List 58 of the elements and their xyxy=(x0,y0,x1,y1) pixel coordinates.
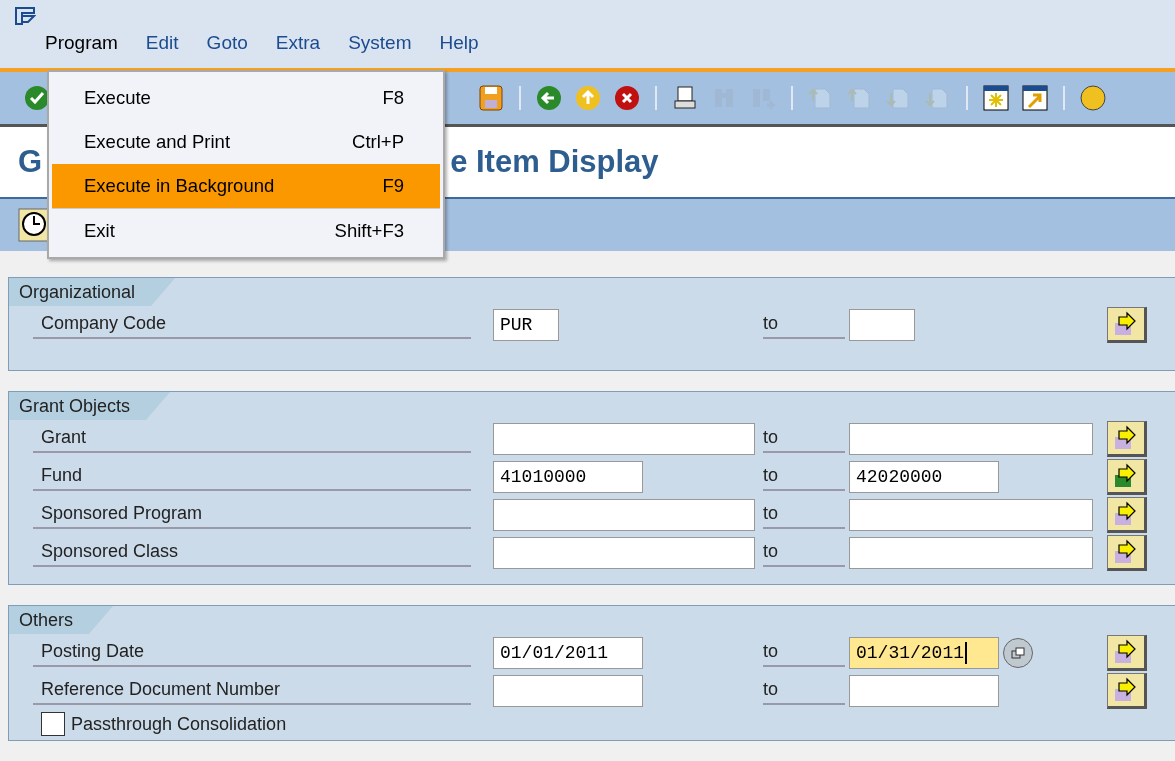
input-field[interactable] xyxy=(493,499,755,531)
field-label: to xyxy=(763,677,845,705)
menu-icon[interactable] xyxy=(14,6,36,26)
field-label: to xyxy=(763,639,845,667)
field-label: Fund xyxy=(33,463,471,491)
checkbox-label: Passthrough Consolidation xyxy=(71,713,287,735)
field-label: to xyxy=(763,539,845,567)
menu-item[interactable]: System xyxy=(348,32,412,54)
input-field[interactable] xyxy=(493,537,755,569)
input-field[interactable] xyxy=(849,675,999,707)
input-field[interactable] xyxy=(849,309,915,341)
menu-item[interactable]: Extra xyxy=(275,32,321,54)
input-field[interactable] xyxy=(493,423,755,455)
multiple-selection-button[interactable] xyxy=(1107,497,1147,533)
checkbox[interactable] xyxy=(41,712,65,736)
input-field[interactable]: PUR xyxy=(493,309,559,341)
menu-item[interactable]: Edit xyxy=(145,32,179,54)
menu-item[interactable]: Execute and Print Ctrl+P xyxy=(52,120,440,164)
back-icon[interactable] xyxy=(534,83,564,113)
input-field[interactable] xyxy=(849,537,1093,569)
input-field[interactable]: 41010000 xyxy=(493,461,643,493)
section-title: Grant Objects xyxy=(9,392,171,420)
field-label: to xyxy=(763,463,845,491)
field-label: to xyxy=(763,311,845,339)
input-field[interactable]: 42020000 xyxy=(849,461,999,493)
field-label: Sponsored Class xyxy=(33,539,471,567)
section-title: Others xyxy=(9,606,114,634)
field-label: Sponsored Program xyxy=(33,501,471,529)
page-title: G xyxy=(18,144,43,180)
page-title: e Item Display xyxy=(450,144,659,180)
field-label: Posting Date xyxy=(33,639,471,667)
input-field[interactable] xyxy=(849,423,1093,455)
menu-item[interactable]: Program xyxy=(45,32,118,54)
menu-item[interactable]: Execute in Background F9 xyxy=(52,164,440,209)
input-field[interactable]: 01/31/2011 xyxy=(849,637,999,669)
multiple-selection-button[interactable] xyxy=(1107,421,1147,457)
cancel-icon[interactable] xyxy=(612,83,642,113)
new-window-icon[interactable] xyxy=(981,83,1011,113)
multiple-selection-button[interactable] xyxy=(1107,635,1147,671)
input-field[interactable] xyxy=(493,675,643,707)
multiple-selection-button[interactable] xyxy=(1107,535,1147,571)
save-icon[interactable] xyxy=(476,83,506,113)
field-label: Reference Document Number xyxy=(33,677,471,705)
multiple-selection-button[interactable] xyxy=(1107,673,1147,709)
field-label: Grant xyxy=(33,425,471,453)
section-title: Organizational xyxy=(9,278,176,306)
shortcut-icon[interactable] xyxy=(1020,83,1050,113)
input-field[interactable]: 01/01/2011 xyxy=(493,637,643,669)
field-label: to xyxy=(763,425,845,453)
multiple-selection-button[interactable] xyxy=(1107,307,1147,343)
field-label: to xyxy=(763,501,845,529)
menu-item[interactable]: Help xyxy=(439,32,479,54)
input-field[interactable] xyxy=(849,499,1093,531)
field-label: Company Code xyxy=(33,311,471,339)
menu-item[interactable]: Goto xyxy=(206,32,248,54)
multiple-selection-button[interactable] xyxy=(1107,459,1147,495)
value-help-button[interactable] xyxy=(1003,638,1033,668)
windows-icon xyxy=(1011,647,1025,659)
